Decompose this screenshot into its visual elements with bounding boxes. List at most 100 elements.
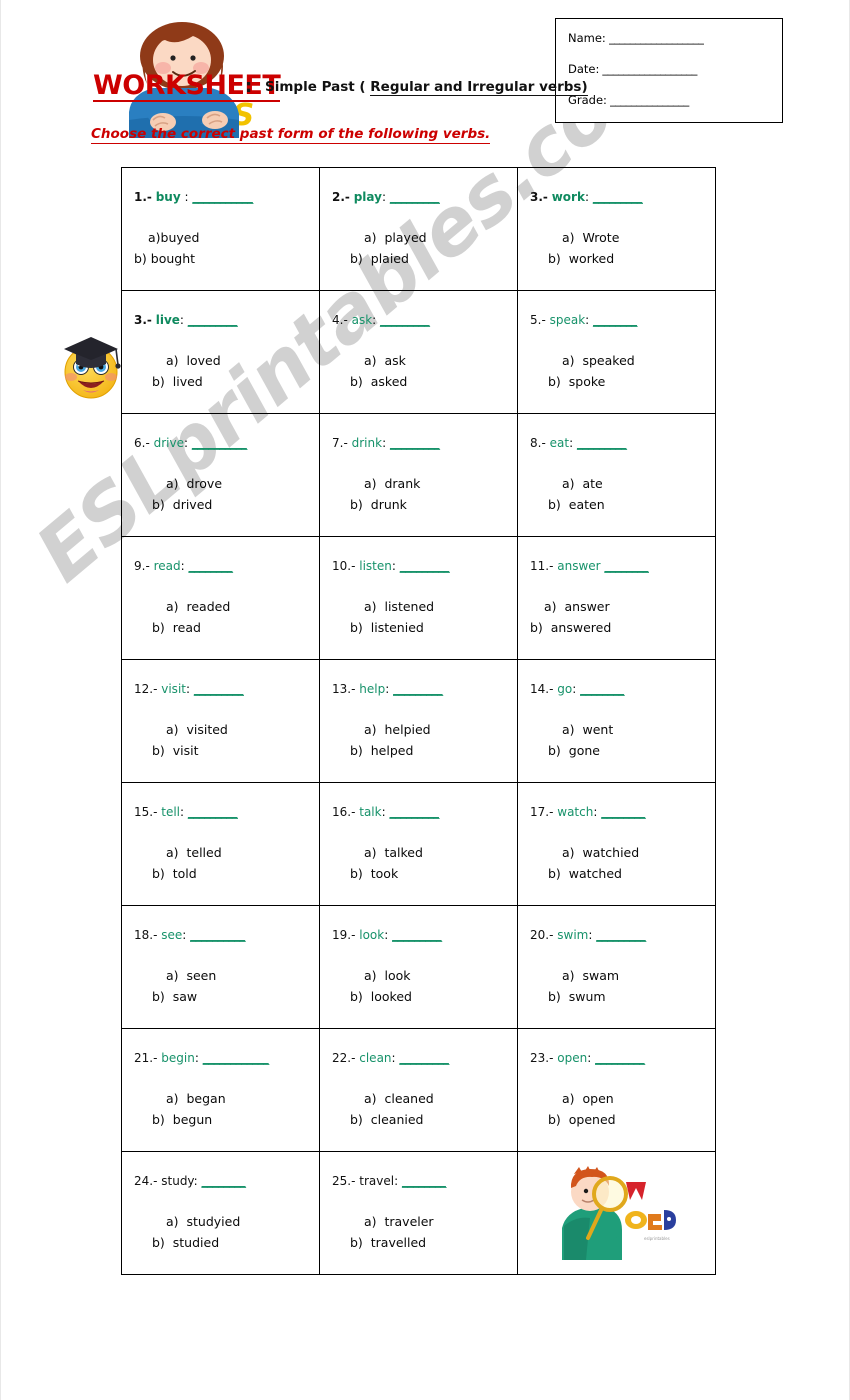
- question-options: a) watchied b) watched: [530, 843, 715, 884]
- option-a[interactable]: a) began: [152, 1089, 319, 1109]
- date-input-rule[interactable]: __________________: [602, 62, 772, 76]
- grade-input-rule[interactable]: _______________: [610, 93, 772, 107]
- option-a[interactable]: a) answer: [530, 597, 715, 617]
- option-a[interactable]: a) look: [350, 966, 517, 986]
- question-prompt: 11.- answer ________: [530, 559, 715, 573]
- option-b[interactable]: b) took: [350, 864, 517, 884]
- option-b[interactable]: b) worked: [548, 249, 715, 269]
- question-options: a) cleaned b) cleanied: [332, 1089, 517, 1130]
- question-number: 24.-: [134, 1174, 158, 1188]
- option-b[interactable]: b) asked: [350, 372, 517, 392]
- option-a[interactable]: a) ask: [350, 351, 517, 371]
- answer-blank[interactable]: _________: [595, 1051, 645, 1065]
- option-b[interactable]: b) bought: [134, 249, 319, 269]
- graduate-smiley-emoji: [56, 327, 126, 402]
- answer-blank[interactable]: __________: [190, 928, 246, 942]
- grade-field-row[interactable]: Grade: _______________: [568, 93, 772, 107]
- answer-blank[interactable]: ________: [202, 1174, 247, 1188]
- option-a[interactable]: a) drank: [350, 474, 517, 494]
- answer-blank[interactable]: ________: [189, 559, 234, 573]
- option-a[interactable]: a) swam: [548, 966, 715, 986]
- answer-blank[interactable]: _________: [390, 190, 440, 204]
- option-b[interactable]: b) plaied: [350, 249, 517, 269]
- option-b[interactable]: b) told: [152, 864, 319, 884]
- option-a[interactable]: a) readed: [152, 597, 319, 617]
- answer-blank[interactable]: _________: [577, 436, 627, 450]
- answer-blank[interactable]: ________: [402, 1174, 447, 1188]
- option-b[interactable]: b) cleanied: [350, 1110, 517, 1130]
- option-b[interactable]: b) watched: [548, 864, 715, 884]
- option-b[interactable]: b) drived: [152, 495, 319, 515]
- option-b[interactable]: b) looked: [350, 987, 517, 1007]
- option-a[interactable]: a) loved: [152, 351, 319, 371]
- option-b[interactable]: b) eaten: [548, 495, 715, 515]
- option-b[interactable]: b) begun: [152, 1110, 319, 1130]
- option-a[interactable]: a)buyed: [134, 228, 319, 248]
- option-b[interactable]: b) lived: [152, 372, 319, 392]
- option-b[interactable]: b) gone: [548, 741, 715, 761]
- option-a[interactable]: a) telled: [152, 843, 319, 863]
- answer-blank[interactable]: ________: [601, 805, 646, 819]
- option-a[interactable]: a) ate: [548, 474, 715, 494]
- answer-blank[interactable]: _________: [393, 682, 443, 696]
- question-prompt: 3.- work: _________: [530, 190, 715, 204]
- option-b[interactable]: b) listenied: [350, 618, 517, 638]
- answer-blank[interactable]: _________: [188, 805, 238, 819]
- option-a[interactable]: a) seen: [152, 966, 319, 986]
- option-b[interactable]: b) drunk: [350, 495, 517, 515]
- option-a[interactable]: a) cleaned: [350, 1089, 517, 1109]
- option-b[interactable]: b) saw: [152, 987, 319, 1007]
- answer-blank[interactable]: _________: [188, 313, 238, 327]
- option-a[interactable]: a) traveler: [350, 1212, 517, 1232]
- question-separator: :: [180, 190, 189, 204]
- answer-blank[interactable]: _________: [392, 928, 442, 942]
- answer-blank[interactable]: _________: [399, 1051, 449, 1065]
- option-a[interactable]: a) visited: [152, 720, 319, 740]
- answer-blank[interactable]: _________: [400, 559, 450, 573]
- date-label: Date:: [568, 62, 600, 76]
- question-cell: 20.- swim: _________ a) swam b) swum: [517, 905, 716, 1029]
- answer-blank[interactable]: ___________: [192, 190, 253, 204]
- answer-blank[interactable]: ________: [580, 682, 625, 696]
- answer-blank[interactable]: _________: [390, 436, 440, 450]
- answer-blank[interactable]: _________: [194, 682, 244, 696]
- option-b[interactable]: b) spoke: [548, 372, 715, 392]
- table-row: 21.- begin: ____________ a) began b) begun…: [121, 1028, 716, 1152]
- option-b[interactable]: b) travelled: [350, 1233, 517, 1253]
- option-b[interactable]: b) visit: [152, 741, 319, 761]
- answer-blank[interactable]: _________: [596, 928, 646, 942]
- answer-blank[interactable]: _________: [389, 805, 439, 819]
- option-b[interactable]: b) helped: [350, 741, 517, 761]
- question-number: 13.-: [332, 682, 356, 696]
- option-a[interactable]: a) helpied: [350, 720, 517, 740]
- answer-blank[interactable]: ________: [593, 313, 638, 327]
- answer-blank[interactable]: _________: [593, 190, 643, 204]
- option-a[interactable]: a) studyied: [152, 1212, 319, 1232]
- answer-blank[interactable]: ____________: [203, 1051, 270, 1065]
- option-b[interactable]: b) read: [152, 618, 319, 638]
- option-a[interactable]: a) open: [548, 1089, 715, 1109]
- option-a[interactable]: a) went: [548, 720, 715, 740]
- option-a[interactable]: a) speaked: [548, 351, 715, 371]
- question-separator: :: [584, 190, 589, 204]
- option-b[interactable]: b) swum: [548, 987, 715, 1007]
- question-cell: 3.- work: _________ a) Wrote b) worked: [517, 167, 716, 291]
- option-a[interactable]: a) played: [350, 228, 517, 248]
- option-a[interactable]: a) watchied: [548, 843, 715, 863]
- option-a[interactable]: a) listened: [350, 597, 517, 617]
- answer-blank[interactable]: _________: [380, 313, 430, 327]
- question-separator: :: [384, 928, 389, 942]
- option-a[interactable]: a) talked: [350, 843, 517, 863]
- option-a[interactable]: a) Wrote: [548, 228, 715, 248]
- answer-blank[interactable]: __________: [192, 436, 248, 450]
- option-b[interactable]: b) answered: [530, 618, 715, 638]
- option-b[interactable]: b) opened: [548, 1110, 715, 1130]
- option-b[interactable]: b) studied: [152, 1233, 319, 1253]
- question-cell: 18.- see: __________ a) seen b) saw: [121, 905, 320, 1029]
- question-cell: 5.- speak: ________ a) speaked b) spoke: [517, 290, 716, 414]
- option-a[interactable]: a) drove: [152, 474, 319, 494]
- name-input-rule[interactable]: __________________: [609, 31, 772, 45]
- name-field-row[interactable]: Name: __________________: [568, 31, 772, 45]
- answer-blank[interactable]: ________: [604, 559, 649, 573]
- date-field-row[interactable]: Date: __________________: [568, 62, 772, 76]
